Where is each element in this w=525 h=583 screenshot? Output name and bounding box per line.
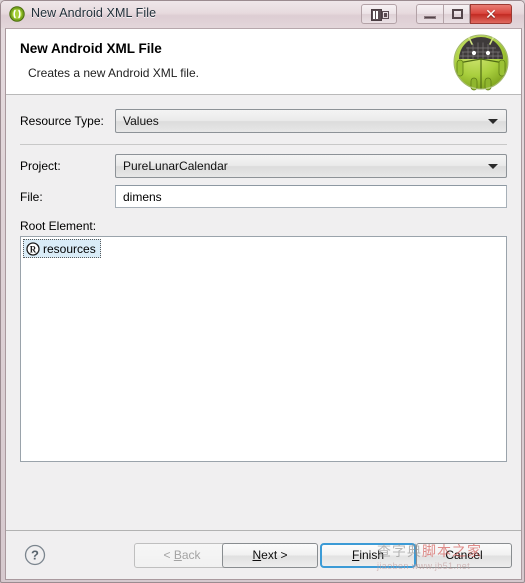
project-row: Project: PureLunarCalendar (6, 154, 521, 180)
file-input[interactable]: dimens (115, 185, 507, 208)
page-title: New Android XML File (20, 41, 162, 56)
page-subtitle: Creates a new Android XML file. (28, 66, 199, 80)
svg-text:?: ? (31, 548, 39, 563)
svg-text:R: R (30, 244, 37, 254)
file-row: File: dimens (6, 185, 521, 211)
resource-type-row: Resource Type: Values (6, 109, 521, 135)
project-label: Project: (20, 159, 61, 173)
help-context-button[interactable] (361, 4, 397, 24)
android-robot-icon (451, 32, 511, 92)
cancel-button[interactable]: Cancel (416, 543, 512, 568)
root-element-label: Root Element: (20, 219, 97, 233)
chevron-down-icon (488, 164, 498, 169)
minimize-icon (424, 16, 436, 19)
list-item[interactable]: R resources (23, 239, 101, 258)
help-button[interactable]: ? (22, 542, 48, 568)
project-combo[interactable]: PureLunarCalendar (115, 154, 507, 178)
button-bar: ? < Back Next > Finish Cancel 查字典脚本之家 ji… (6, 530, 521, 579)
next-button-label: Next > (252, 548, 288, 562)
close-icon: ✕ (485, 6, 497, 22)
wizard-content: Resource Type: Values Project: PureLunar… (6, 95, 521, 530)
minimize-button[interactable] (416, 4, 443, 24)
file-value: dimens (123, 190, 162, 204)
window-title: New Android XML File (31, 6, 157, 20)
back-button[interactable]: < Back (134, 543, 230, 568)
dialog-body: New Android XML File Creates a new Andro… (5, 28, 522, 580)
back-button-label: < Back (163, 548, 201, 562)
wizard-header: New Android XML File Creates a new Andro… (6, 29, 521, 95)
title-bar: New Android XML File ✕ (1, 1, 524, 28)
maximize-button[interactable] (443, 4, 470, 24)
finish-button-label: Finish (351, 548, 385, 562)
file-label: File: (20, 190, 43, 204)
resource-r-icon: R (26, 241, 40, 256)
resource-type-value: Values (123, 114, 159, 128)
finish-button[interactable]: Finish (320, 543, 416, 568)
next-button[interactable]: Next > (222, 543, 318, 568)
resource-type-combo[interactable]: Values (115, 109, 507, 133)
root-element-listbox[interactable]: R resources (20, 236, 507, 462)
dialog-window: New Android XML File ✕ New Android XML F… (0, 0, 525, 583)
android-wizard-icon (9, 6, 25, 22)
form-separator (20, 144, 507, 145)
close-button[interactable]: ✕ (470, 4, 512, 24)
maximize-icon (452, 9, 463, 19)
list-item-label: resources (43, 241, 96, 256)
resource-type-label: Resource Type: (20, 114, 104, 128)
chevron-down-icon (488, 119, 498, 124)
context-help-icon (371, 9, 389, 21)
cancel-button-label: Cancel (445, 548, 483, 562)
project-value: PureLunarCalendar (123, 159, 228, 173)
